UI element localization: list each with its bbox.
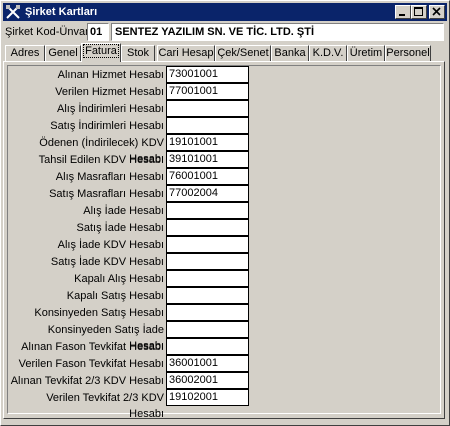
tahsil-edilen-kdv-hesabi-input[interactable]: 39101001 (166, 151, 249, 168)
tab-banka[interactable]: Banka (271, 45, 309, 61)
field-label: Satış İade Hesabı (76, 222, 164, 234)
tab-cek-senet[interactable]: Çek/Senet (215, 45, 271, 61)
field-label: Alınan Tevkifat 2/3 KDV Hesabı (10, 375, 164, 387)
field-label: Alış İade KDV Hesabı (57, 239, 164, 251)
field-label: Alınan Fason Tevkifat Hesabı (21, 341, 164, 353)
verilen-tevkifat-kdv-hesabi-input[interactable]: 19102001 (166, 389, 249, 406)
field-label: Alış İndirimleri Hesabı (57, 103, 164, 115)
alinan-tevkifat-kdv-hesabi-input[interactable]: 36002001 (166, 372, 249, 389)
field-label: Kapalı Satış Hesabı (66, 290, 164, 302)
company-code-field[interactable]: 01 (87, 23, 109, 41)
konsinyeden-satis-iade-hesabi-input[interactable] (166, 321, 249, 338)
alis-iade-kdv-hesabi-input[interactable] (166, 236, 249, 253)
tab-adres[interactable]: Adres (5, 45, 45, 61)
kapali-satis-hesabi-input[interactable] (166, 287, 249, 304)
satis-iade-hesabi-input[interactable] (166, 219, 249, 236)
field-label: Alış Masrafları Hesabı (55, 171, 164, 183)
app-window: Şirket Kartları Şirket Kod-Ünvanı 01 SEN… (0, 0, 450, 426)
field-label: Alınan Hizmet Hesabı (57, 69, 164, 81)
close-button[interactable] (429, 5, 445, 19)
satis-iade-kdv-hesabi-input[interactable] (166, 253, 249, 270)
tools-icon (6, 5, 20, 19)
field-label: Satış İade KDV Hesabı (50, 256, 164, 268)
close-icon (432, 7, 441, 16)
tab-genel[interactable]: Genel (45, 45, 81, 61)
company-code-label: Şirket Kod-Ünvanı (5, 26, 95, 38)
verilen-hizmet-hesabi-input[interactable]: 77001001 (166, 83, 249, 100)
alinan-hizmet-hesabi-input[interactable]: 73001001 (166, 66, 249, 83)
verilen-fason-tevkifat-hesabi-input[interactable]: 36001001 (166, 355, 249, 372)
kapali-alis-hesabi-input[interactable] (166, 270, 249, 287)
field-label: Tahsil Edilen KDV Hesabı (38, 154, 164, 166)
alis-iade-hesabi-input[interactable] (166, 202, 249, 219)
satis-indirimleri-hesabi-input[interactable] (166, 117, 249, 134)
tab-personel[interactable]: Personel (385, 45, 431, 61)
field-label: Konsinyeden Satış Hesabı (34, 307, 164, 319)
alinan-fason-tevkifat-hesabi-input[interactable] (166, 338, 249, 355)
maximize-icon (414, 7, 423, 16)
satis-masraflari-hesabi-input[interactable]: 77002004 (166, 185, 249, 202)
field-label: Verilen Hizmet Hesabı (55, 86, 164, 98)
tab-uretim[interactable]: Üretim (347, 45, 385, 61)
maximize-button[interactable] (411, 5, 427, 19)
konsinyeden-satis-hesabi-input[interactable] (166, 304, 249, 321)
account-fields-group: Alınan Hizmet Hesabı 73001001 Verilen Hi… (7, 65, 441, 420)
odenen-kdv-hesabi-input[interactable]: 19101001 (166, 134, 249, 151)
company-name-field[interactable]: SENTEZ YAZILIM SN. VE TİC. LTD. ŞTİ (111, 23, 444, 41)
window-title: Şirket Kartları (25, 6, 98, 18)
company-code-row: Şirket Kod-Ünvanı 01 SENTEZ YAZILIM SN. … (1, 23, 449, 41)
tab-fatura[interactable]: Fatura (81, 43, 121, 62)
field-label: Verilen Fason Tevkifat Hesabı (18, 358, 164, 370)
minimize-icon (399, 14, 405, 16)
field-label: Satış Masrafları Hesabı (49, 188, 164, 200)
tab-cari-hesap[interactable]: Cari Hesap (157, 45, 215, 61)
alis-masraflari-hesabi-input[interactable]: 76001001 (166, 168, 249, 185)
field-label: Satış İndirimleri Hesabı (50, 120, 164, 132)
tab-stok[interactable]: Stok (121, 45, 155, 61)
field-label: Kapalı Alış Hesabı (74, 273, 164, 285)
field-label: Alış İade Hesabı (83, 205, 164, 217)
minimize-button[interactable] (395, 5, 411, 19)
tab-strip: Adres Genel Fatura Stok Cari Hesap Çek/S… (3, 43, 447, 62)
tab-kdv[interactable]: K.D.V. (309, 45, 347, 61)
field-label: Verilen Tevkifat 2/3 KDV Hesabı (46, 392, 164, 420)
title-bar[interactable]: Şirket Kartları (3, 3, 447, 21)
alis-indirimleri-hesabi-input[interactable] (166, 100, 249, 117)
